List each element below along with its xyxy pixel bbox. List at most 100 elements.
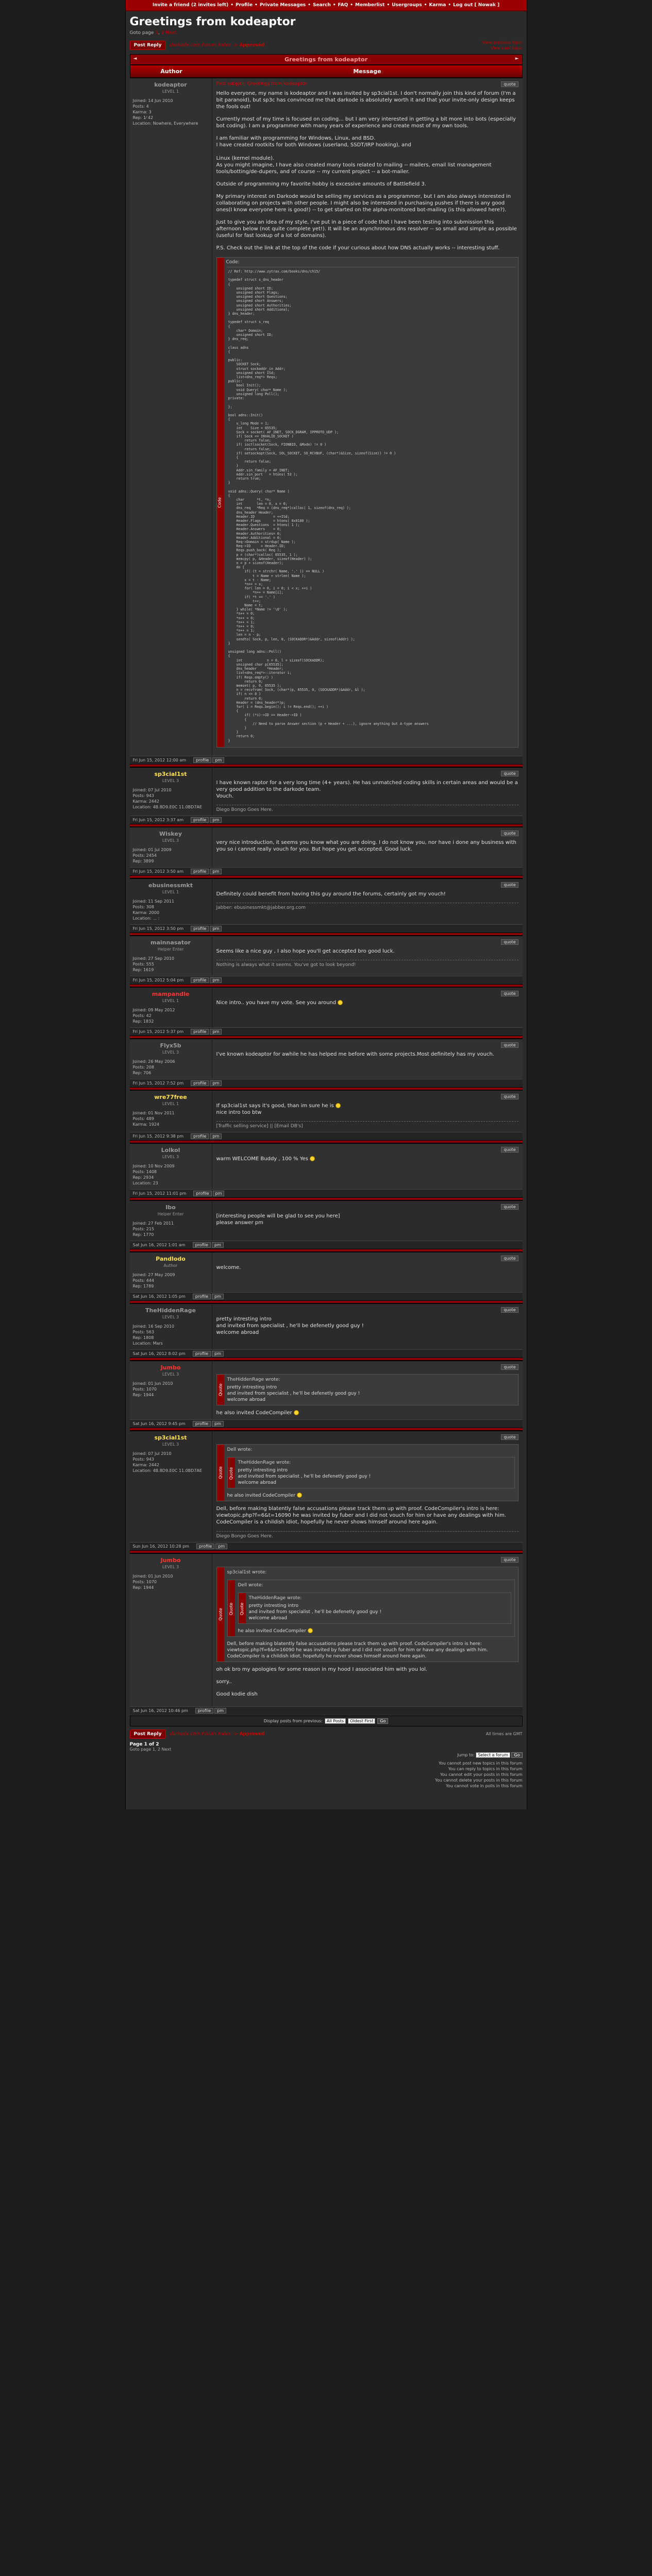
nav-item[interactable]: Profile xyxy=(236,3,253,8)
quote-button[interactable]: quote xyxy=(501,1093,519,1099)
pm-button[interactable]: pm xyxy=(212,1293,224,1299)
author-stat: Rep: 706 xyxy=(132,1070,152,1075)
author-rank: LEVEL 1 xyxy=(162,1101,179,1106)
nav-item[interactable]: Log out [ Nowak ] xyxy=(453,3,499,8)
nav-item[interactable]: Search xyxy=(313,3,331,8)
author-stat: Rep: 1808 xyxy=(132,1335,154,1340)
page-next-link[interactable]: Next xyxy=(165,30,176,36)
author-name[interactable]: Flyx5b xyxy=(133,1042,209,1049)
jump-select[interactable]: Select a forum xyxy=(476,1752,510,1758)
author-name[interactable]: ebusinessmkt xyxy=(133,882,209,889)
pm-button[interactable]: pm xyxy=(212,757,225,763)
profile-button[interactable]: profile xyxy=(193,1190,212,1196)
forum-index-link[interactable]: darkode.com Forum Index xyxy=(170,43,231,48)
quote-button[interactable]: quote xyxy=(501,1364,519,1370)
nav-item[interactable]: Private Messages xyxy=(260,3,306,8)
author-stat: Joined: 07 Jul 2010 xyxy=(132,1451,172,1456)
quote-button[interactable]: quote xyxy=(501,1204,519,1210)
pm-button[interactable]: pm xyxy=(215,1543,228,1549)
author-name[interactable]: Wiskey xyxy=(133,831,209,837)
pm-button[interactable]: pm xyxy=(210,1133,222,1139)
profile-button[interactable]: profile xyxy=(193,757,212,763)
profile-button[interactable]: profile xyxy=(191,1133,209,1139)
quote-button[interactable]: quote xyxy=(501,990,519,996)
profile-button[interactable]: profile xyxy=(191,925,209,931)
approved-link[interactable]: Approved xyxy=(240,43,265,48)
next-topic-link[interactable]: View next topic xyxy=(482,45,523,51)
pm-button[interactable]: pm xyxy=(212,1350,224,1357)
pm-button[interactable]: pm xyxy=(212,1420,224,1427)
author-name[interactable]: kodeaptor xyxy=(133,81,209,88)
post-body: welcome. xyxy=(216,1264,241,1270)
author-name[interactable]: sp3cial1st xyxy=(133,771,209,777)
author-name[interactable]: wre77free xyxy=(133,1094,209,1100)
post-reply-button-bottom[interactable]: Post Reply xyxy=(129,1729,166,1739)
nav-item[interactable]: Invite a friend (2 invites left) xyxy=(153,3,228,8)
quote-button[interactable]: quote xyxy=(501,882,519,888)
author-name[interactable]: mainnasator xyxy=(133,939,209,946)
go-button[interactable]: Go xyxy=(377,1718,389,1724)
page-link-2[interactable]: 2 xyxy=(161,30,164,36)
nav-item[interactable]: Memberlist xyxy=(355,3,384,8)
quote-button[interactable]: quote xyxy=(501,1042,519,1048)
pm-button[interactable]: pm xyxy=(210,817,222,823)
author-rank: LEVEL 1 xyxy=(162,89,179,94)
quote-button[interactable]: quote xyxy=(501,1556,519,1563)
quote-button[interactable]: quote xyxy=(501,1146,519,1153)
nav-item[interactable]: Karma xyxy=(429,3,446,8)
pm-button[interactable]: pm xyxy=(214,1707,226,1714)
profile-button[interactable]: profile xyxy=(192,1242,211,1248)
author-name[interactable]: Ibo xyxy=(133,1204,209,1211)
profile-button[interactable]: profile xyxy=(191,817,209,823)
prev-topic-link[interactable]: View previous topic xyxy=(482,40,522,45)
quote-button[interactable]: quote xyxy=(501,1255,519,1261)
quote-button[interactable]: quote xyxy=(501,830,519,836)
jump-go-button[interactable]: Go xyxy=(511,1752,523,1758)
posts-select[interactable]: All Posts xyxy=(324,1718,346,1724)
profile-button[interactable]: profile xyxy=(191,1028,209,1035)
post-reply-button[interactable]: Post Reply xyxy=(129,41,166,50)
pm-button[interactable]: pm xyxy=(211,1242,224,1248)
author-name[interactable]: TheHiddenRage xyxy=(133,1307,209,1314)
post-reply: Pandlodo Author Joined: 27 May 2009 Posts: … xyxy=(129,1251,523,1300)
forum-index-link[interactable]: darkode.com Forum Index xyxy=(170,1732,231,1737)
pm-button[interactable]: pm xyxy=(210,868,222,874)
author-name[interactable]: sp3cial1st xyxy=(133,1434,209,1441)
profile-button[interactable]: profile xyxy=(196,1543,215,1549)
goto-bottom[interactable]: Goto page 1, 2 Next xyxy=(130,1747,523,1752)
profile-button[interactable]: profile xyxy=(192,1293,211,1299)
author-stat: Karma: 1924 xyxy=(132,1122,159,1127)
post-date: Fri Jun 15, 2012 5:37 pm xyxy=(132,1029,184,1034)
smiley-icon xyxy=(293,1410,299,1415)
pm-button[interactable]: pm xyxy=(210,977,222,983)
post-reply: Wiskey LEVEL 3 Joined: 01 Jul 2009 Posts: 2… xyxy=(129,826,523,875)
post-body: Nice intro.. you have my vote. See you a… xyxy=(216,999,519,1006)
profile-button[interactable]: profile xyxy=(191,868,209,874)
profile-button[interactable]: profile xyxy=(192,1350,211,1357)
order-select[interactable]: Oldest First xyxy=(348,1718,376,1724)
nav-item[interactable]: Usergroups xyxy=(392,3,422,8)
quote-button[interactable]: quote xyxy=(501,770,519,776)
author-name[interactable]: mampandle xyxy=(133,991,209,997)
nav-item[interactable]: FAQ xyxy=(338,3,348,8)
approved-link[interactable]: Approved xyxy=(240,1732,265,1737)
profile-button[interactable]: profile xyxy=(192,1420,211,1427)
author-name[interactable]: Jumbo xyxy=(133,1364,209,1371)
post-op: kodeaptor LEVEL 1 Joined: 14 Jun 2010 Pos… xyxy=(129,78,523,764)
quote-button[interactable]: quote xyxy=(501,939,519,945)
profile-button[interactable]: profile xyxy=(195,1707,214,1714)
page-link-1[interactable]: 1 xyxy=(155,30,158,36)
profile-button[interactable]: profile xyxy=(191,1080,209,1086)
quote-button[interactable]: quote xyxy=(501,1307,519,1313)
pm-button[interactable]: pm xyxy=(210,925,222,931)
pm-button[interactable]: pm xyxy=(212,1190,225,1196)
quote-button[interactable]: quote xyxy=(501,1434,519,1440)
author-name[interactable]: Jumbo xyxy=(133,1557,209,1564)
quote-button[interactable]: quote xyxy=(501,81,519,87)
author-name[interactable]: Lolkol xyxy=(133,1147,209,1154)
post-date: Sat Jun 16, 2012 1:01 am xyxy=(132,1242,186,1247)
author-name[interactable]: Pandlodo xyxy=(133,1256,209,1262)
profile-button[interactable]: profile xyxy=(191,977,209,983)
pm-button[interactable]: pm xyxy=(210,1080,222,1086)
pm-button[interactable]: pm xyxy=(210,1028,222,1035)
